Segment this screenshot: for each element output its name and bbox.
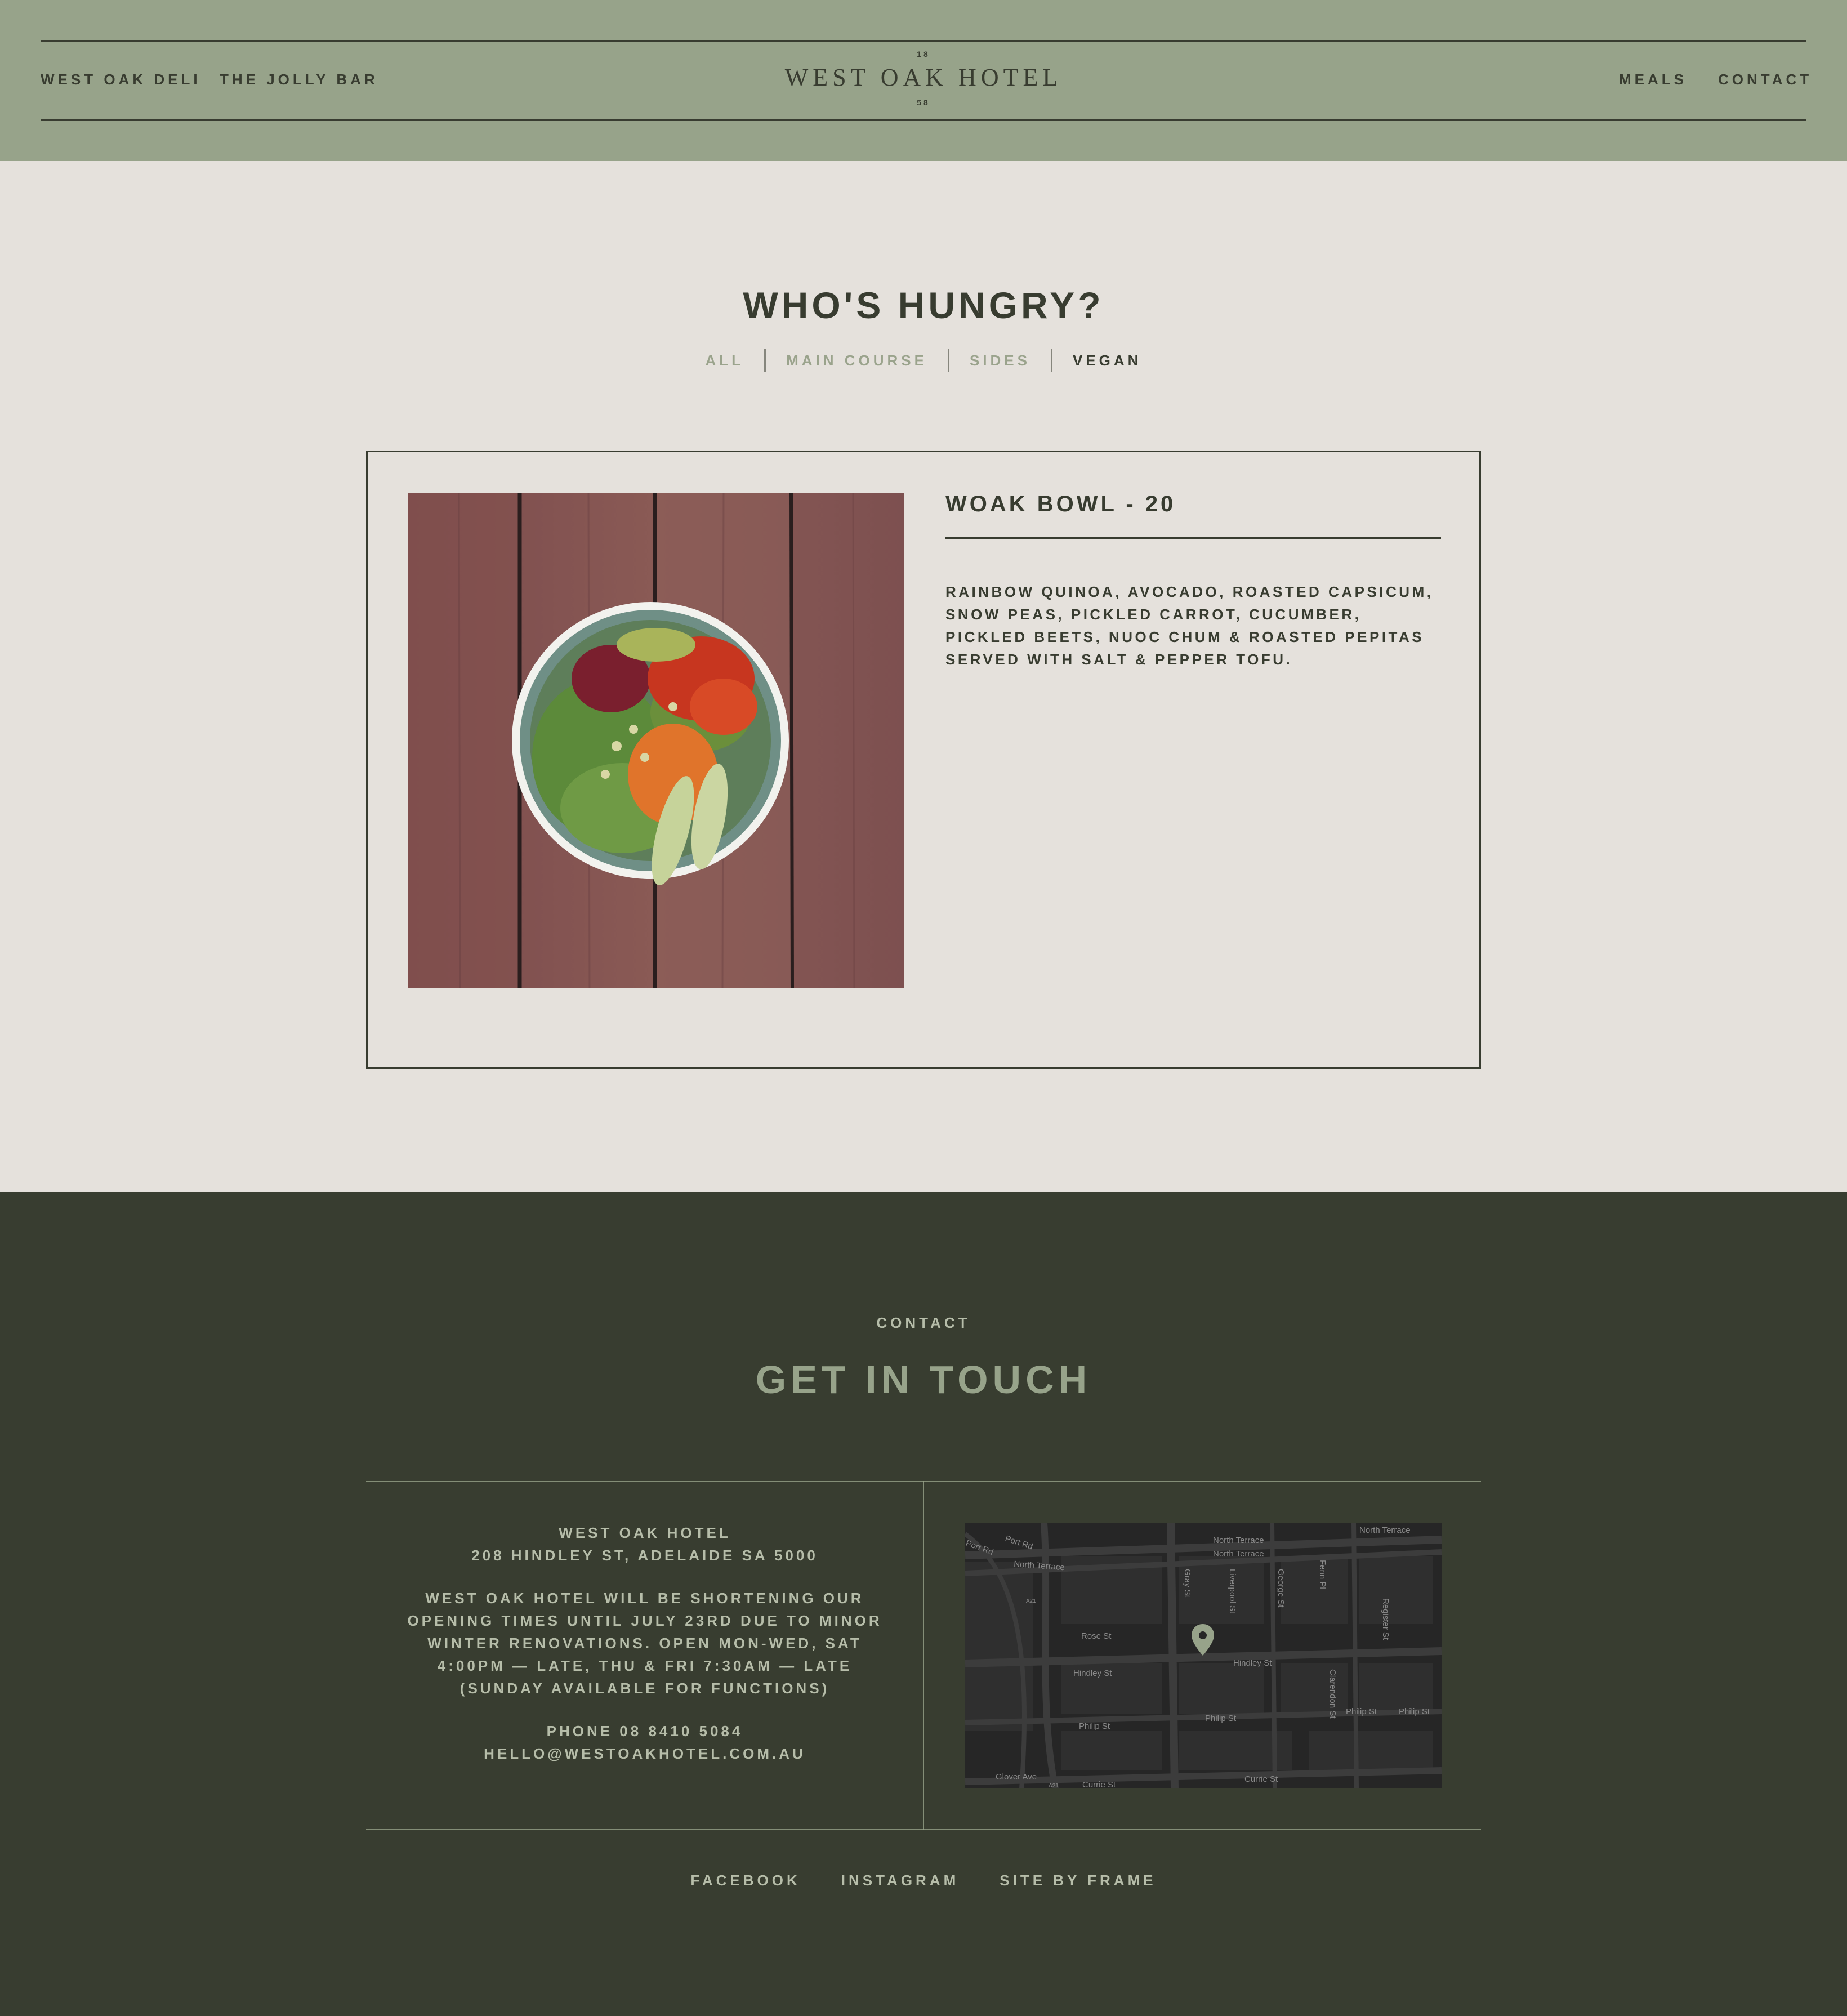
location-map[interactable]: Port Rd Port Rd North Terrace North Terr… — [965, 1523, 1442, 1788]
map-label-philip-st-2: Philip St — [1205, 1714, 1237, 1723]
map-label-liverpool-st: Liverpool St — [1228, 1569, 1237, 1614]
header-bottom-rule — [41, 119, 1806, 121]
map-label-glover-ave: Glover Ave — [996, 1772, 1037, 1782]
filter-sides[interactable]: SIDES — [949, 352, 1051, 369]
nav-west-oak-deli[interactable]: WEST OAK DELI — [41, 71, 201, 88]
filter-main-course[interactable]: MAIN COURSE — [766, 352, 948, 369]
nav-contact[interactable]: CONTACT — [1718, 71, 1812, 88]
map-label-a21-b: A21 — [1049, 1783, 1059, 1788]
map-label-register-st: Register St — [1381, 1598, 1390, 1640]
contact-details: PHONE 08 8410 5084 HELLO@WESTOAKHOTEL.CO… — [366, 1720, 924, 1765]
contact-info: WEST OAK HOTEL 208 HINDLEY ST, ADELAIDE … — [366, 1522, 924, 1785]
nav-the-jolly-bar[interactable]: THE JOLLY BAR — [220, 71, 378, 88]
hotel-address: 208 HINDLEY ST, ADELAIDE SA 5000 — [471, 1547, 818, 1564]
instagram-link[interactable]: INSTAGRAM — [821, 1872, 980, 1889]
map-label-north-terrace-2: North Terrace — [1213, 1536, 1264, 1545]
menu-title: WHO'S HUNGRY? — [743, 284, 1104, 326]
nav-meals[interactable]: MEALS — [1619, 71, 1687, 88]
menu-section: WHO'S HUNGRY? ALL MAIN COURSE SIDES VEGA… — [0, 161, 1847, 1192]
filter-divider — [947, 349, 949, 372]
map-label-hindley-st-2: Hindley St — [1233, 1658, 1272, 1668]
map-label-currie-st-1: Currie St — [1082, 1780, 1116, 1788]
map-label-north-terrace-3: North Terrace — [1213, 1549, 1264, 1559]
filter-vegan[interactable]: VEGAN — [1052, 352, 1162, 369]
dish-photo — [408, 493, 904, 988]
map-label-gray-st: Gray St — [1183, 1569, 1192, 1598]
map-label-fenn-pl: Fenn Pl — [1318, 1560, 1327, 1589]
map-label-george-st: George St — [1276, 1569, 1286, 1608]
logo-year-top: 18 — [917, 50, 930, 59]
contact-title: GET IN TOUCH — [755, 1358, 1092, 1402]
logo-year-bottom: 58 — [917, 98, 930, 107]
menu-item-divider — [945, 537, 1441, 539]
hotel-name: WEST OAK HOTEL — [559, 1524, 731, 1541]
hotel-address-block: WEST OAK HOTEL 208 HINDLEY ST, ADELAIDE … — [366, 1522, 924, 1567]
map-label-north-terrace-4: North Terrace — [1359, 1526, 1411, 1535]
map-label-rose-st: Rose St — [1081, 1631, 1112, 1641]
map-label-currie-st-2: Currie St — [1244, 1774, 1278, 1784]
filter-all[interactable]: ALL — [685, 352, 765, 369]
menu-item-title: WOAK BOWL - 20 — [945, 492, 1176, 516]
email-link[interactable]: HELLO@WESTOAKHOTEL.COM.AU — [484, 1745, 806, 1762]
map-label-clarendon-st: Clarendon St — [1328, 1669, 1337, 1719]
map-label-a21: A21 — [1026, 1598, 1036, 1604]
footer-links: FACEBOOK INSTAGRAM SITE BY FRAME — [0, 1872, 1847, 1889]
menu-item-card: WOAK BOWL - 20 RAINBOW QUINOA, AVOCADO, … — [366, 451, 1481, 1069]
phone-link[interactable]: PHONE 08 8410 5084 — [547, 1723, 743, 1740]
contact-eyebrow: CONTACT — [876, 1314, 971, 1331]
map-label-philip-st-1: Philip St — [1079, 1721, 1110, 1731]
header-top-rule — [41, 40, 1806, 42]
opening-notice: WEST OAK HOTEL WILL BE SHORTENING OUR OP… — [407, 1590, 882, 1697]
site-logo[interactable]: 18 WEST OAK HOTEL 58 — [755, 50, 1092, 107]
filter-divider — [764, 349, 766, 372]
map-label-hindley-st-1: Hindley St — [1073, 1669, 1112, 1678]
contact-bottom-rule — [366, 1829, 1481, 1830]
menu-filters: ALL MAIN COURSE SIDES VEGAN — [0, 348, 1847, 373]
map-label-philip-st-3: Philip St — [1346, 1707, 1377, 1716]
menu-item-description: RAINBOW QUINOA, AVOCADO, ROASTED CAPSICU… — [945, 583, 1434, 668]
contact-footer: CONTACT GET IN TOUCH WEST OAK HOTEL 208 … — [0, 1192, 1847, 2016]
facebook-link[interactable]: FACEBOOK — [670, 1872, 820, 1889]
logo-name: WEST OAK HOTEL — [784, 64, 1063, 91]
map-label-philip-st-4: Philip St — [1399, 1707, 1430, 1716]
site-by-frame-link[interactable]: SITE BY FRAME — [979, 1872, 1176, 1889]
site-header: WEST OAK DELI THE JOLLY BAR 18 WEST OAK … — [0, 0, 1847, 161]
filter-divider — [1051, 349, 1052, 372]
